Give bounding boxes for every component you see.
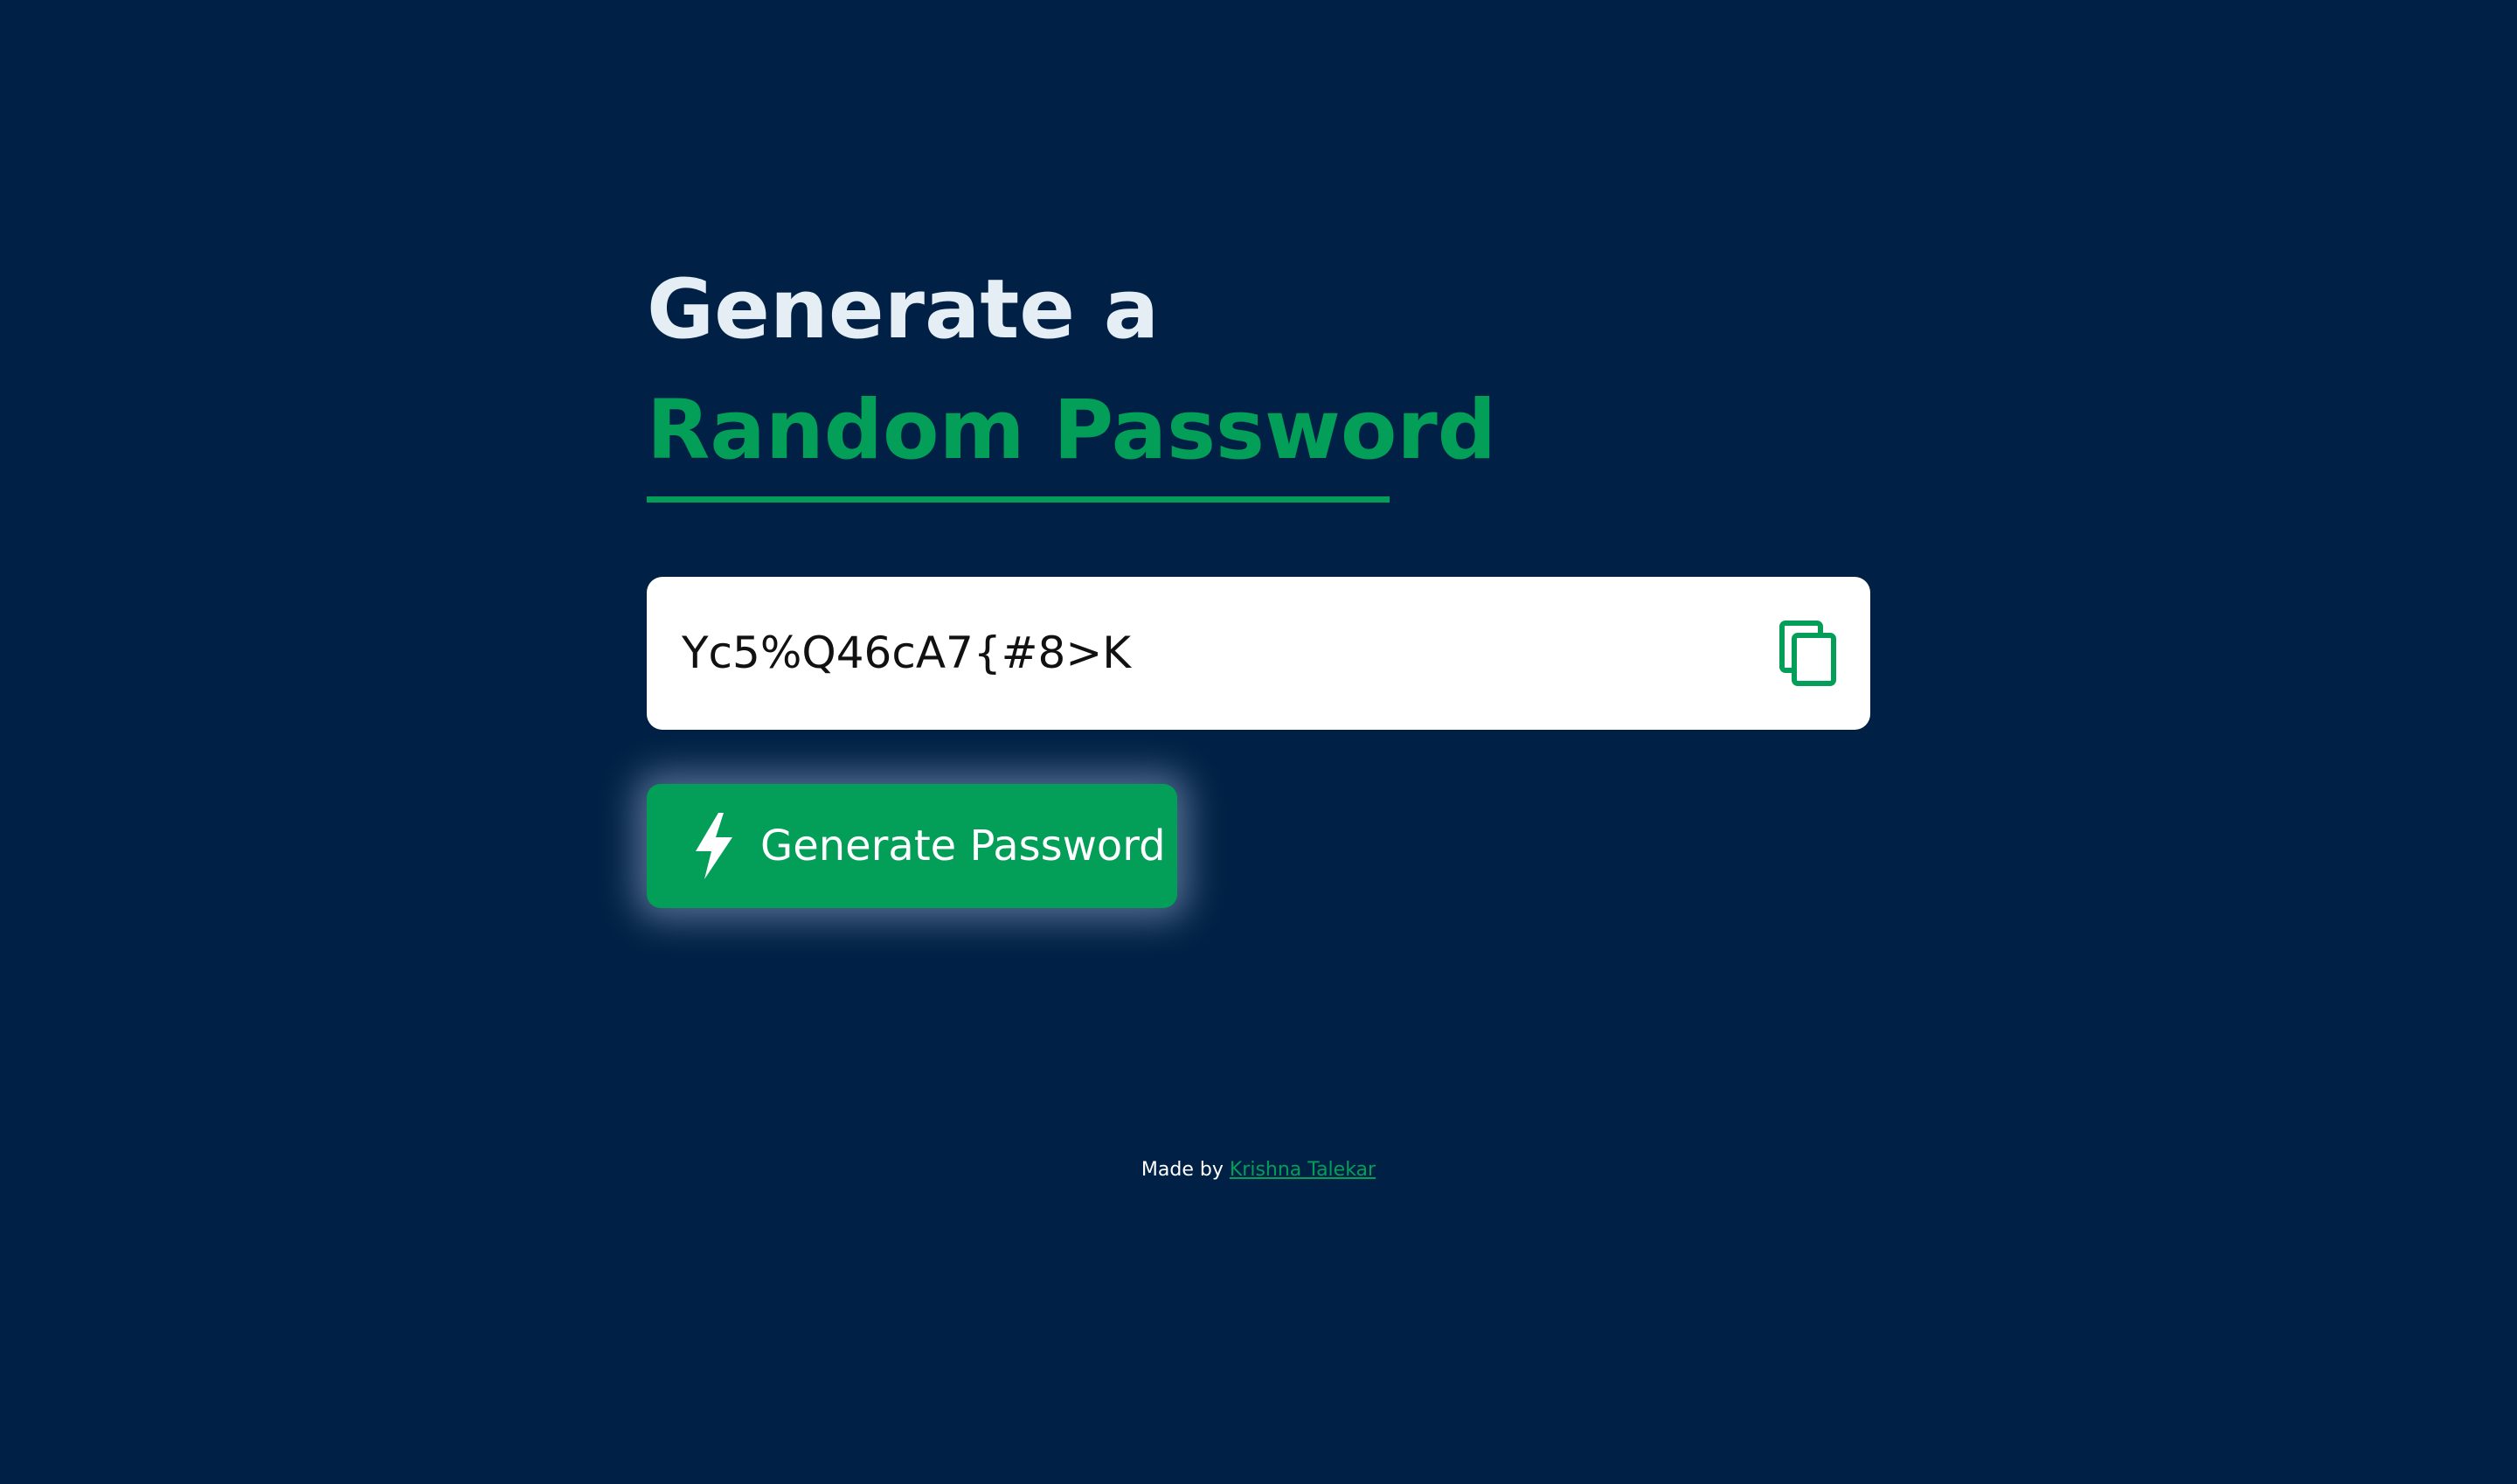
copy-icon[interactable] xyxy=(1779,621,1837,687)
footer-prefix: Made by xyxy=(1141,1159,1224,1181)
heading-title-line1: Generate a xyxy=(647,262,1160,357)
heading-title-line2: Random Password xyxy=(647,383,1497,478)
generate-password-button[interactable]: Generate Password xyxy=(647,784,1177,908)
password-box xyxy=(647,577,1870,730)
lightning-bolt-icon xyxy=(696,813,732,879)
footer: Made by Krishna Talekar xyxy=(0,1159,2517,1181)
author-link[interactable]: Krishna Talekar xyxy=(1230,1159,1376,1181)
generate-button-label: Generate Password xyxy=(760,822,1166,870)
password-output[interactable] xyxy=(682,577,1730,730)
heading-underline xyxy=(647,496,1390,503)
